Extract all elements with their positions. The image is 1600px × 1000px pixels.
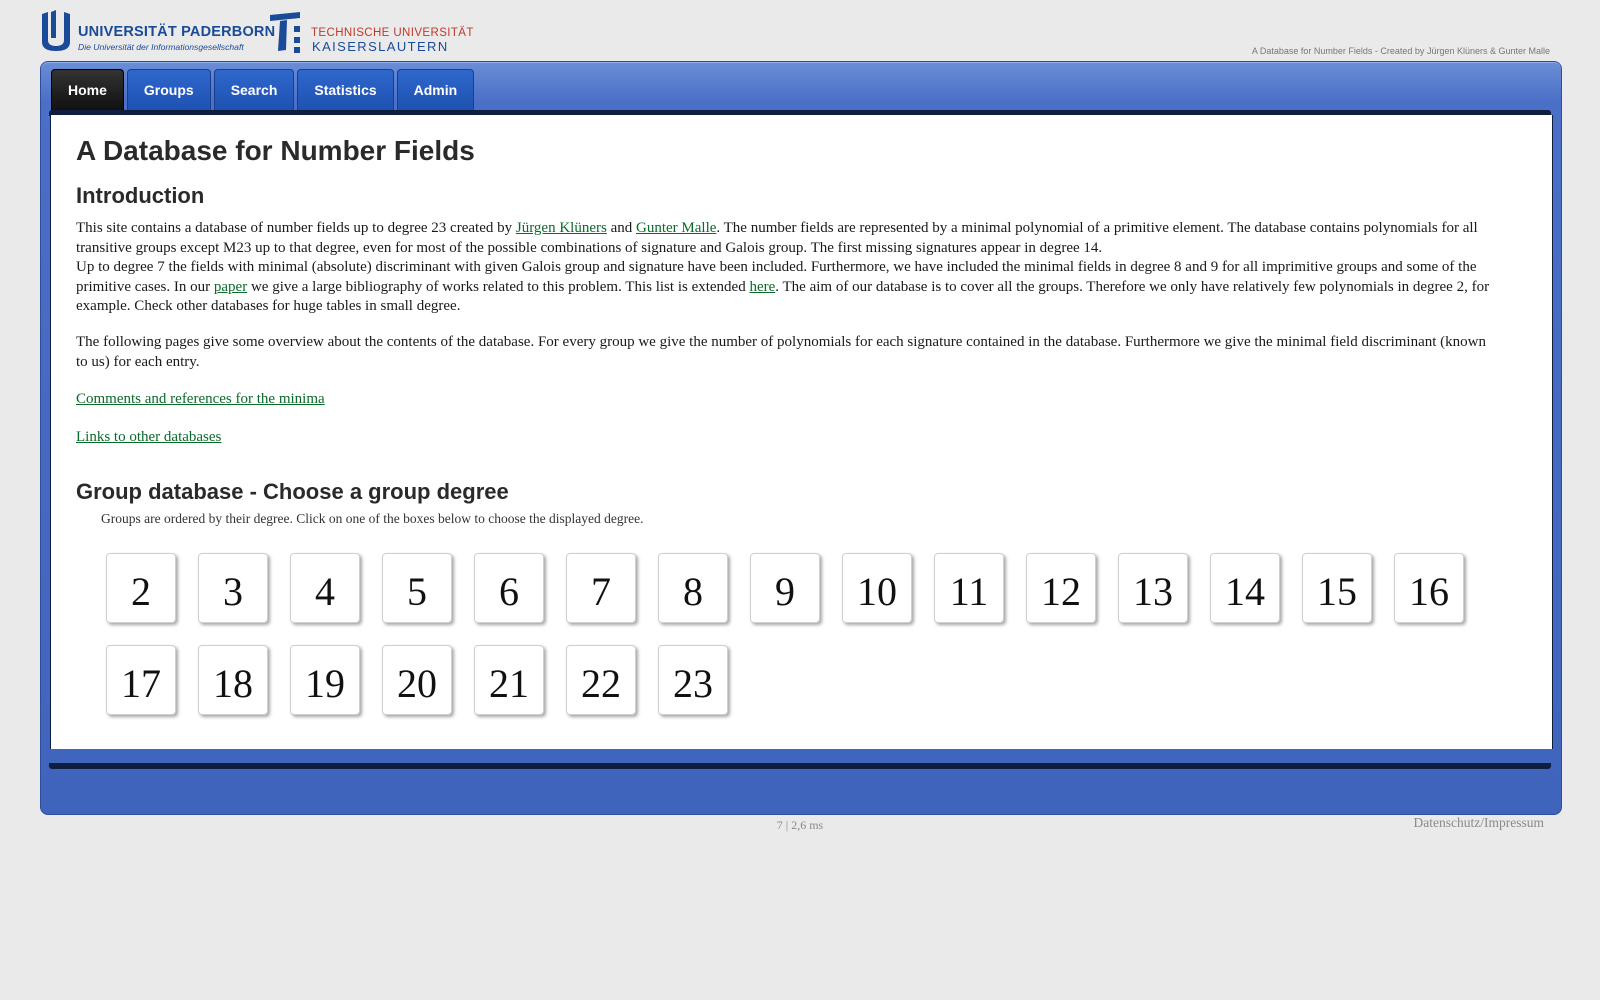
degree-box-6[interactable]: 6 xyxy=(474,553,544,623)
content-bottom-bar xyxy=(49,763,1551,769)
degree-box-17[interactable]: 17 xyxy=(106,645,176,715)
degree-box-5[interactable]: 5 xyxy=(382,553,452,623)
degree-box-15[interactable]: 15 xyxy=(1302,553,1372,623)
degree-box-12[interactable]: 12 xyxy=(1026,553,1096,623)
degree-box-18[interactable]: 18 xyxy=(198,645,268,715)
overview-paragraph: The following pages give some overview a… xyxy=(76,334,1487,370)
degree-box-11[interactable]: 11 xyxy=(934,553,1004,623)
main-nav: Home Groups Search Statistics Admin xyxy=(51,69,475,111)
degree-box-16[interactable]: 16 xyxy=(1394,553,1464,623)
intro-text-5: we give a large bibliography of works re… xyxy=(247,278,750,295)
degree-box-8[interactable]: 8 xyxy=(658,553,728,623)
page-title: A Database for Number Fields xyxy=(76,135,475,166)
top-header: UNIVERSITÄT PADERBORN Die Universität de… xyxy=(0,0,1600,60)
privacy-imprint-link[interactable]: Datenschutz/Impressum xyxy=(1414,815,1544,831)
link-other-databases[interactable]: Links to other databases xyxy=(76,429,221,445)
degree-box-13[interactable]: 13 xyxy=(1118,553,1188,623)
render-stats: 7 | 2,6 ms xyxy=(776,818,824,832)
degree-box-20[interactable]: 20 xyxy=(382,645,452,715)
link-comments-minima[interactable]: Comments and references for the minima xyxy=(76,391,325,407)
upb-logo-icon xyxy=(42,10,70,51)
degree-box-4[interactable]: 4 xyxy=(290,553,360,623)
degree-box-grid: 2 3 4 5 6 7 8 9 10 11 12 13 14 15 16 17 … xyxy=(106,553,1516,715)
degree-box-7[interactable]: 7 xyxy=(566,553,636,623)
link-here[interactable]: here xyxy=(749,279,775,295)
content-panel: A Database for Number Fields Introductio… xyxy=(50,115,1553,749)
degree-box-22[interactable]: 22 xyxy=(566,645,636,715)
intro-text-1: This site contains a database of number … xyxy=(76,220,516,236)
link-gunter-malle[interactable]: Gunter Malle xyxy=(636,220,716,236)
intro-heading: Introduction xyxy=(76,183,205,208)
tab-search[interactable]: Search xyxy=(213,69,295,110)
degree-box-23[interactable]: 23 xyxy=(658,645,728,715)
tab-admin[interactable]: Admin xyxy=(396,69,475,110)
group-hint: Groups are ordered by their degree. Clic… xyxy=(101,511,644,526)
intro-text-2: and xyxy=(606,220,636,236)
degree-box-9[interactable]: 9 xyxy=(750,553,820,623)
tu-name-line1: TECHNISCHE UNIVERSITÄT xyxy=(311,27,474,39)
tab-groups[interactable]: Groups xyxy=(126,69,211,110)
degree-box-19[interactable]: 19 xyxy=(290,645,360,715)
degree-box-10[interactable]: 10 xyxy=(842,553,912,623)
intro-paragraph: This site contains a database of number … xyxy=(76,219,1496,317)
degree-box-2[interactable]: 2 xyxy=(106,553,176,623)
main-frame: Home Groups Search Statistics Admin A Da… xyxy=(40,61,1562,815)
link-juergen-kluners[interactable]: Jürgen Klüners xyxy=(516,220,607,236)
upb-subtitle: Die Universität der Informationsgesellsc… xyxy=(78,42,244,52)
upb-name: UNIVERSITÄT PADERBORN xyxy=(78,24,276,40)
tab-statistics[interactable]: Statistics xyxy=(297,69,394,110)
tu-name-line2: KAISERSLAUTERN xyxy=(312,39,449,54)
group-database-heading: Group database - Choose a group degree xyxy=(76,479,509,504)
tab-home[interactable]: Home xyxy=(51,69,124,110)
upb-logo[interactable]: UNIVERSITÄT PADERBORN Die Universität de… xyxy=(40,10,275,52)
degree-box-3[interactable]: 3 xyxy=(198,553,268,623)
link-paper[interactable]: paper xyxy=(214,279,247,295)
degree-box-14[interactable]: 14 xyxy=(1210,553,1280,623)
degree-box-21[interactable]: 21 xyxy=(474,645,544,715)
tu-logo-icon xyxy=(270,12,300,53)
tu-logo[interactable]: TECHNISCHE UNIVERSITÄT KAISERSLAUTERN xyxy=(270,12,473,54)
site-tagline: A Database for Number Fields - Created b… xyxy=(1251,46,1550,56)
